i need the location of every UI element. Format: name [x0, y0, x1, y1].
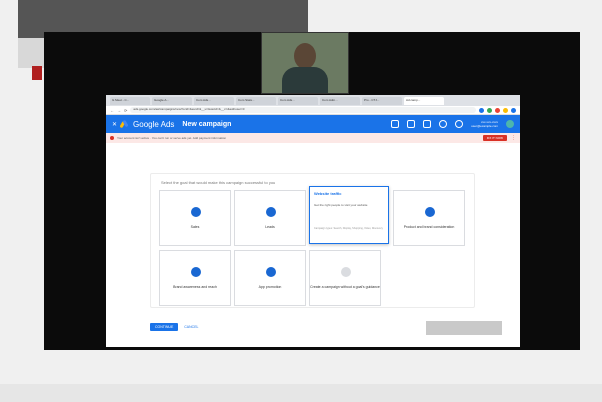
address-bar-row: ← → ⟳ ads.google.com/aw/campaigns/new?oc…: [106, 106, 520, 115]
page-title: New campaign: [182, 120, 232, 128]
goal-card-product-brand[interactable]: Product and brand consideration: [393, 190, 465, 246]
browser-tab[interactable]: Com Ads...: [194, 96, 234, 105]
goal-label: Create a campaign without a goal's guida…: [310, 285, 380, 289]
presenter-body: [282, 67, 328, 93]
goal-campaign-types: Campaign types: Search, Display, Shoppin…: [314, 227, 383, 230]
goal-card-sales[interactable]: Sales: [159, 190, 231, 246]
close-icon[interactable]: ✕: [112, 121, 117, 128]
extension-icon[interactable]: [479, 107, 484, 113]
extension-icon[interactable]: [495, 107, 500, 113]
goal-card-website-traffic[interactable]: Website traffic Get the right people to …: [309, 186, 389, 244]
browser-tab[interactable]: Com Adm...: [320, 96, 360, 105]
product-brand-icon: [425, 207, 435, 217]
goal-label: App promotion: [258, 285, 282, 289]
help-icon[interactable]: [439, 120, 448, 128]
form-footer: CONTINUE CANCEL: [150, 323, 198, 331]
goal-label: Brand awareness and reach: [173, 285, 217, 289]
more-options-icon[interactable]: ⋮: [511, 135, 516, 141]
notifications-icon[interactable]: [455, 120, 464, 128]
tab-strip: G Meet - C... Google A... Com Ads... Com…: [106, 95, 520, 106]
profile-icon[interactable]: [511, 107, 516, 113]
reload-icon[interactable]: ⟳: [124, 108, 127, 113]
goal-card-brand-awareness[interactable]: Brand awareness and reach: [159, 250, 231, 306]
account-info[interactable]: xxx-xxx-xxxx user@example.com: [471, 120, 498, 128]
alert-text: Your account isn't active · You can't ru…: [117, 136, 227, 140]
webcam-feed: [261, 32, 349, 94]
account-alert-banner: Your account isn't active · You can't ru…: [106, 133, 520, 143]
tools-icon[interactable]: [423, 120, 432, 128]
brand-name: Google Ads: [133, 119, 175, 129]
sales-icon: [191, 207, 201, 217]
continue-button[interactable]: CONTINUE: [150, 323, 179, 331]
url-field[interactable]: ads.google.com/aw/campaigns/new?ocid=&eu…: [130, 107, 476, 113]
browser-tab[interactable]: Pro - CTJ...: [362, 96, 402, 105]
browser-window: G Meet - C... Google A... Com Ads... Com…: [106, 95, 520, 347]
goal-title: Website traffic: [314, 191, 342, 196]
background-red-mark: [32, 66, 42, 80]
disabled-placeholder-bar: [426, 321, 502, 335]
background-bottom-band: [0, 384, 602, 402]
brand-awareness-icon: [191, 267, 201, 277]
avatar[interactable]: [506, 120, 514, 128]
goal-card-leads[interactable]: Leads: [234, 190, 306, 246]
google-ads-logo: [119, 119, 129, 129]
goal-label: Sales: [190, 225, 200, 229]
goal-card-app-promotion[interactable]: App promotion: [234, 250, 306, 306]
cancel-button[interactable]: CANCEL: [184, 325, 198, 329]
no-goal-icon: [341, 267, 351, 277]
goal-heading: Select the goal that would make this cam…: [161, 180, 276, 185]
browser-tab-active[interactable]: Ad camp...: [404, 96, 444, 105]
extension-icon[interactable]: [503, 107, 508, 113]
browser-tab[interactable]: G Meet - C...: [110, 96, 150, 105]
goal-description: Get the right people to visit your websi…: [314, 203, 368, 207]
goal-selection-panel: Select the goal that would make this cam…: [150, 173, 475, 308]
app-promotion-icon: [266, 267, 276, 277]
goal-label: Leads: [265, 225, 275, 229]
browser-tab[interactable]: Google A...: [152, 96, 192, 105]
leads-icon: [266, 207, 276, 217]
reports-icon[interactable]: [407, 120, 416, 128]
goal-label: Product and brand consideration: [403, 225, 455, 229]
browser-tab[interactable]: Com Stats...: [236, 96, 276, 105]
extension-icon[interactable]: [487, 107, 492, 113]
back-icon[interactable]: ←: [110, 108, 114, 113]
browser-tab[interactable]: Com Ads...: [278, 96, 318, 105]
forward-icon[interactable]: →: [117, 108, 121, 113]
alert-icon: [110, 136, 114, 140]
fix-it-button[interactable]: FIX IT NOW: [482, 135, 507, 141]
presenter-head: [294, 43, 316, 69]
search-icon[interactable]: [391, 120, 400, 128]
goal-card-no-goal[interactable]: Create a campaign without a goal's guida…: [309, 250, 381, 306]
google-ads-header: ✕ Google Ads New campaign xxx-xxx-xxxx u…: [106, 115, 520, 133]
